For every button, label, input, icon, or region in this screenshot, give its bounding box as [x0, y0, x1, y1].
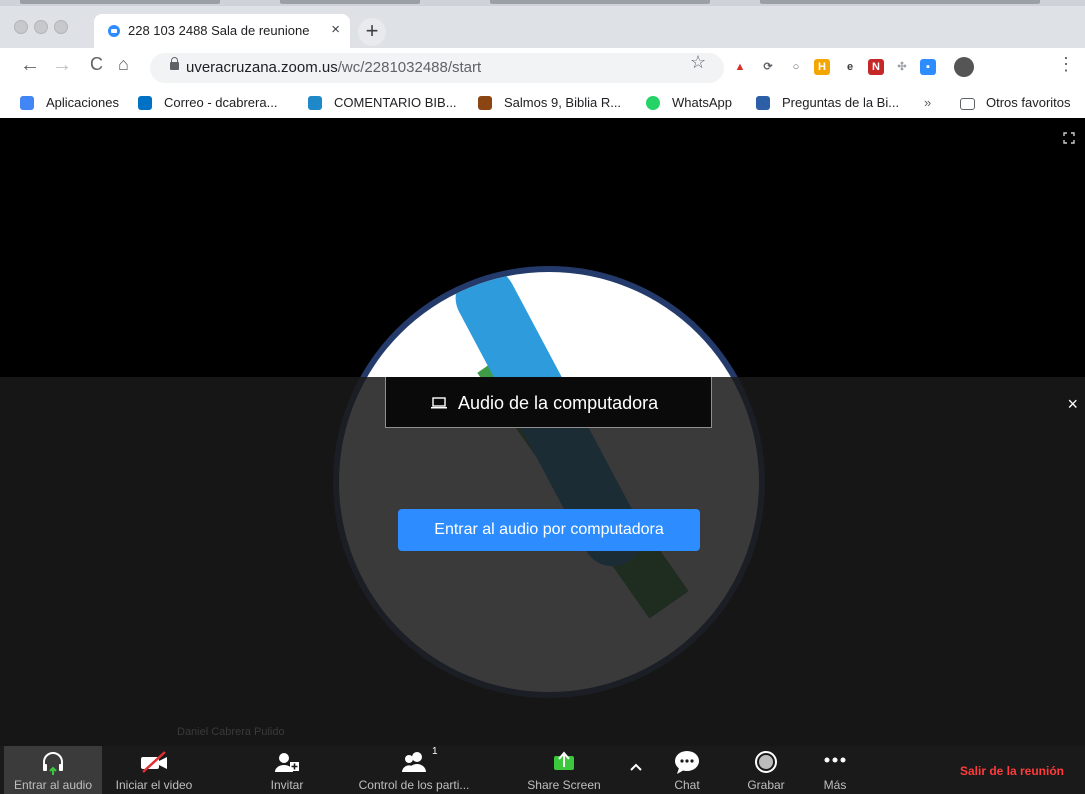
- bookmarks-overflow[interactable]: »: [924, 95, 931, 110]
- zoom-favicon-icon: [108, 25, 120, 37]
- chat-icon: [675, 751, 699, 774]
- extension-sync-icon[interactable]: ⟳: [760, 59, 776, 75]
- forward-icon[interactable]: →: [52, 54, 72, 77]
- audio-dialog: Audio de la computadora × Entrar al audi…: [0, 377, 1085, 746]
- participants-label: Control de los parti...: [358, 778, 470, 792]
- address-bar[interactable]: uveracruzana.zoom.us/wc/2281032488/start: [150, 53, 724, 83]
- chat-button[interactable]: Chat: [660, 746, 714, 794]
- menu-icon[interactable]: ⋮: [1057, 54, 1075, 75]
- invite-button[interactable]: Invitar: [252, 746, 322, 794]
- extension-h-icon[interactable]: H: [814, 59, 830, 75]
- share-options-button[interactable]: [626, 746, 646, 794]
- window-maximize-button[interactable]: [54, 20, 68, 34]
- add-user-icon: [275, 753, 299, 772]
- meeting-viewport: Audio de la computadora × Entrar al audi…: [0, 118, 1085, 746]
- bookmark-preguntas[interactable]: Preguntas de la Bi...: [782, 95, 899, 110]
- extension-circle-icon[interactable]: ○: [788, 59, 804, 75]
- new-tab-button[interactable]: +: [358, 18, 386, 46]
- start-video-button[interactable]: Iniciar el video: [104, 746, 204, 794]
- audio-tab-label: Audio de la computadora: [458, 393, 659, 413]
- clipped-window-strip: [0, 0, 1085, 6]
- participants-button[interactable]: 1 Control de los parti...: [340, 746, 488, 794]
- participants-icon: [402, 752, 426, 772]
- other-bookmarks[interactable]: Otros favoritos: [986, 95, 1071, 110]
- browser-tab[interactable]: 228 103 2488 Sala de reunione ×: [94, 14, 350, 48]
- meeting-control-bar: Entrar al audio Iniciar el video Invitar…: [0, 746, 1085, 794]
- bible-icon: [478, 96, 492, 110]
- fullscreen-icon[interactable]: [1063, 132, 1075, 144]
- share-screen-button[interactable]: Share Screen: [512, 746, 616, 794]
- extension-e-icon[interactable]: e: [842, 59, 858, 75]
- bookmarks-bar: Aplicaciones Correo - dcabrera... COMENT…: [0, 88, 1085, 119]
- reload-icon[interactable]: C: [90, 54, 103, 75]
- browser-toolbar: ← → C ⌂ uveracruzana.zoom.us/wc/22810324…: [0, 48, 1085, 88]
- headphone-icon: [43, 752, 63, 775]
- close-icon[interactable]: ×: [1067, 394, 1078, 415]
- extension-zoom-icon[interactable]: ▪: [920, 59, 936, 75]
- participants-count: 1: [432, 746, 438, 757]
- bookmark-mail[interactable]: Correo - dcabrera...: [164, 95, 277, 110]
- lock-icon: [170, 57, 179, 70]
- start-video-label: Iniciar el video: [115, 778, 193, 792]
- more-button[interactable]: Más: [814, 746, 856, 794]
- window-close-button[interactable]: [14, 20, 28, 34]
- bible-comment-icon: [308, 96, 322, 110]
- bookmark-salmos[interactable]: Salmos 9, Biblia R...: [504, 95, 621, 110]
- join-audio-button[interactable]: Entrar al audio: [4, 746, 102, 794]
- chevron-up-icon: [630, 763, 642, 771]
- browser-chrome: 228 103 2488 Sala de reunione × + ← → C …: [0, 0, 1085, 119]
- whatsapp-icon: [646, 96, 660, 110]
- join-audio-label: Entrar al audio: [13, 778, 93, 792]
- questions-icon: [756, 96, 770, 110]
- apps-grid-icon: [20, 96, 34, 110]
- folder-icon: [960, 98, 975, 110]
- video-off-icon: [141, 751, 167, 773]
- record-button[interactable]: Grabar: [736, 746, 796, 794]
- extension-rainbow-icon[interactable]: ▲: [732, 59, 748, 75]
- invite-label: Invitar: [270, 778, 304, 792]
- home-icon[interactable]: ⌂: [118, 54, 129, 75]
- close-icon[interactable]: ×: [331, 21, 340, 38]
- laptop-icon: [431, 397, 447, 409]
- bookmark-comentario[interactable]: COMENTARIO BIB...: [334, 95, 457, 110]
- share-screen-label: Share Screen: [527, 778, 601, 792]
- tab-computer-audio[interactable]: Audio de la computadora: [385, 377, 712, 428]
- extension-dropbox-icon[interactable]: ✣: [894, 59, 910, 75]
- url-text: uveracruzana.zoom.us/wc/2281032488/start: [186, 59, 482, 76]
- record-label: Grabar: [747, 778, 785, 792]
- record-icon: [755, 751, 777, 773]
- bookmark-apps[interactable]: Aplicaciones: [46, 95, 119, 110]
- chat-label: Chat: [674, 778, 700, 792]
- bookmark-star-icon[interactable]: ☆: [690, 52, 706, 73]
- leave-meeting-button[interactable]: Salir de la reunión: [960, 764, 1064, 778]
- more-label: Más: [823, 778, 847, 792]
- share-screen-icon: [554, 751, 574, 770]
- profile-avatar[interactable]: [954, 57, 974, 77]
- more-icon: [824, 757, 846, 763]
- join-computer-audio-button[interactable]: Entrar al audio por computadora: [398, 509, 700, 551]
- back-icon[interactable]: ←: [20, 54, 40, 77]
- tab-title: 228 103 2488 Sala de reunione: [128, 23, 310, 38]
- outlook-icon: [138, 96, 152, 110]
- window-minimize-button[interactable]: [34, 20, 48, 34]
- bookmark-whatsapp[interactable]: WhatsApp: [672, 95, 732, 110]
- extension-n-icon[interactable]: N: [868, 59, 884, 75]
- participant-name: Daniel Cabrera Pulido: [177, 726, 285, 738]
